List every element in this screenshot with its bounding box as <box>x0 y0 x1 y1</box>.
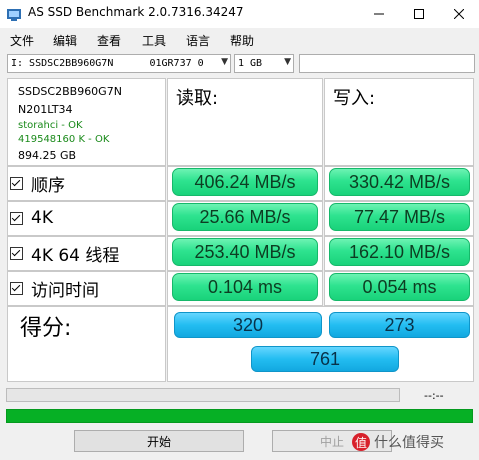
menu-tools[interactable]: 工具 <box>142 32 166 49</box>
elapsed-time: --:-- <box>424 389 444 402</box>
total-score: 761 <box>251 346 399 372</box>
watermark-text: 什么值得买 <box>374 435 444 451</box>
drive-capacity: 894.25 GB <box>18 149 77 162</box>
test-seq-label[interactable]: 顺序 <box>10 170 65 196</box>
write-score: 273 <box>329 312 470 338</box>
menu-language[interactable]: 语言 <box>186 32 210 49</box>
start-button[interactable]: 开始 <box>74 430 244 452</box>
test-4k-checkbox[interactable] <box>10 211 23 225</box>
read-score: 320 <box>174 312 322 338</box>
4k64-write-result: 162.10 MB/s <box>329 238 470 266</box>
access-read-result: 0.104 ms <box>172 273 318 301</box>
menu-edit[interactable]: 编辑 <box>53 32 77 49</box>
menu-file[interactable]: 文件 <box>10 32 34 49</box>
test-seq-checkbox[interactable] <box>10 176 23 190</box>
test-4k-text: 4K <box>31 208 53 228</box>
4k-read-result: 25.66 MB/s <box>172 203 318 231</box>
test-4k64-checkbox[interactable] <box>10 246 23 260</box>
test-access-checkbox[interactable] <box>10 281 23 295</box>
driver-status: storahci - OK <box>18 120 83 131</box>
close-button[interactable] <box>439 0 479 28</box>
chevron-down-icon: ▼ <box>221 57 228 67</box>
maximize-button[interactable] <box>399 0 439 28</box>
test-seq-text: 顺序 <box>31 175 65 196</box>
drive-select[interactable]: I: SSDSC2BB960G7N 01GR737 0 ▼ <box>7 54 231 73</box>
test-4k-label[interactable]: 4K <box>10 205 53 231</box>
test-4k64-text: 4K 64 线程 <box>31 245 120 266</box>
score-label: 得分: <box>20 316 72 341</box>
write-column-header: 写入: <box>333 88 376 109</box>
overall-progress-bar <box>6 409 473 423</box>
seq-read-result: 406.24 MB/s <box>172 168 318 196</box>
app-icon <box>6 6 22 22</box>
read-column-header: 读取: <box>176 88 219 109</box>
watermark-logo-icon: 值 <box>352 433 370 451</box>
menu-view[interactable]: 查看 <box>97 32 121 49</box>
extra-field[interactable] <box>299 54 475 73</box>
test-access-text: 访问时间 <box>31 280 99 301</box>
size-select[interactable]: 1 GB ▼ <box>234 54 294 73</box>
chevron-down-icon: ▼ <box>284 57 291 67</box>
drive-select-value: I: SSDSC2BB960G7N 01GR737 0 <box>11 58 204 69</box>
test-progress-track <box>6 388 400 402</box>
minimize-button[interactable] <box>359 0 399 28</box>
drive-firmware: N201LT34 <box>18 103 73 116</box>
size-select-value: 1 GB <box>238 58 263 69</box>
window-title: AS SSD Benchmark 2.0.7316.34247 <box>28 5 244 19</box>
watermark: 值 什么值得买 <box>352 430 444 454</box>
test-access-label[interactable]: 访问时间 <box>10 275 99 301</box>
alignment-status: 419548160 K - OK <box>18 134 110 145</box>
4k-write-result: 77.47 MB/s <box>329 203 470 231</box>
menu-help[interactable]: 帮助 <box>230 32 254 49</box>
seq-write-result: 330.42 MB/s <box>329 168 470 196</box>
access-write-result: 0.054 ms <box>329 273 470 301</box>
drive-model: SSDSC2BB960G7N <box>18 85 122 98</box>
4k64-read-result: 253.40 MB/s <box>172 238 318 266</box>
test-4k64-label[interactable]: 4K 64 线程 <box>10 240 119 266</box>
